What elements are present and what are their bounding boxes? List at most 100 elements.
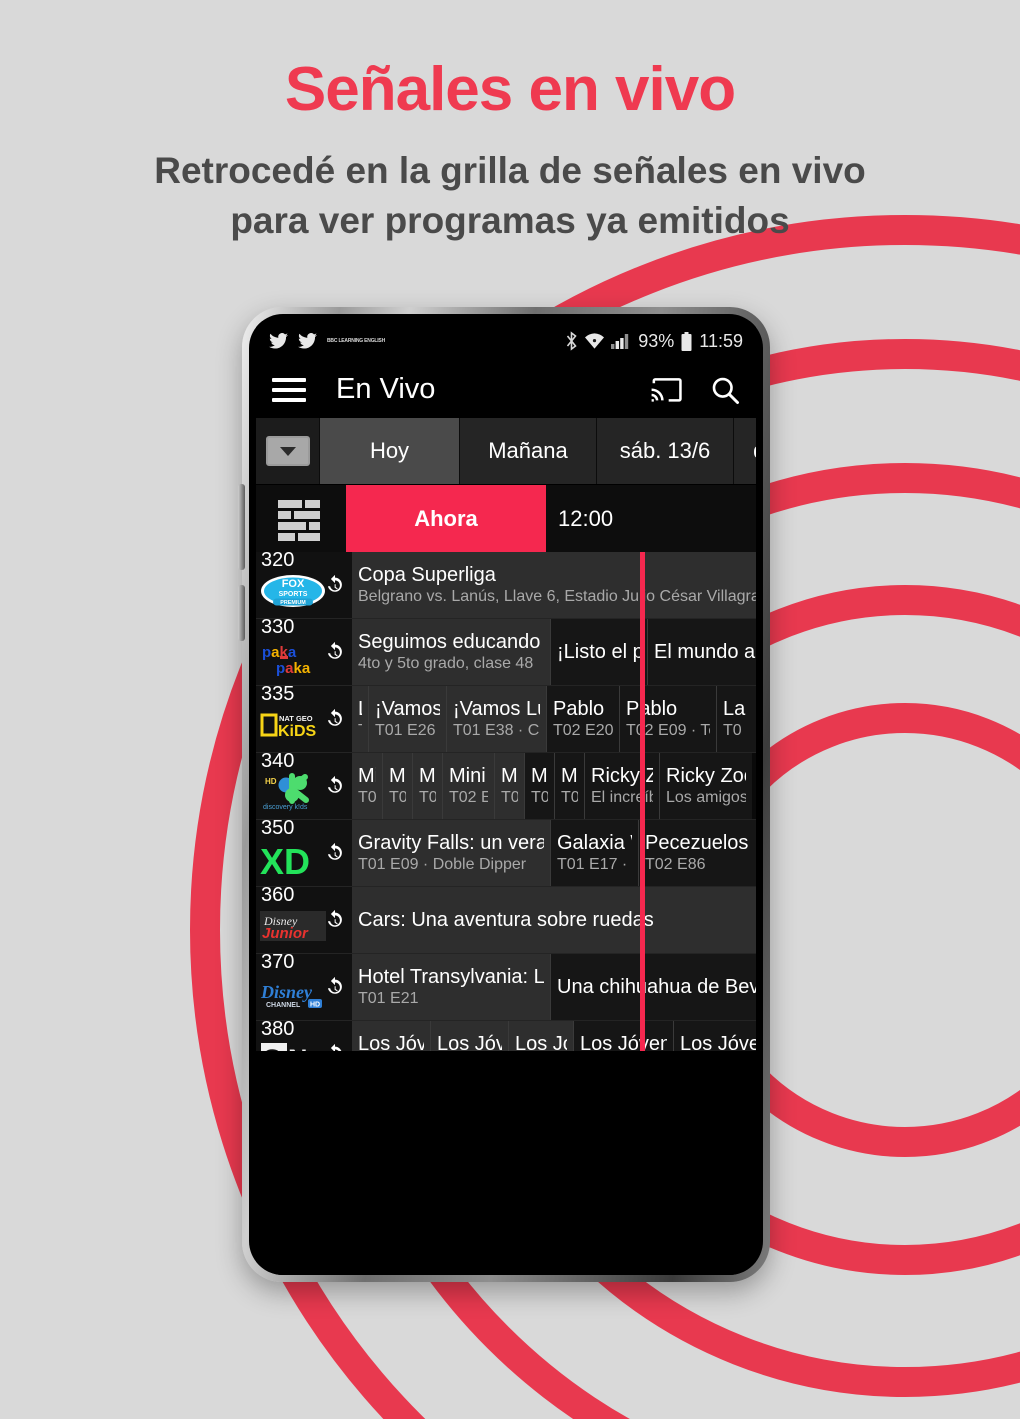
channel-cell[interactable]: 360 Disney Junior	[256, 884, 352, 953]
bbc-badge-line-3: ENGLISH	[364, 337, 385, 344]
program-subtitle: T02 E15	[419, 788, 436, 806]
day-tab[interactable]: sáb. 13/6	[596, 418, 733, 484]
channel-cell[interactable]: 320 FOX SPORTS PREMIUM	[256, 552, 352, 618]
program-cell[interactable]: Mini Beat Power RockersT02 E23	[554, 753, 584, 819]
program-subtitle: Belgrano vs. Lanús, Llave 6, Estadio Jul…	[358, 587, 756, 605]
program-cell[interactable]: LaT0	[352, 686, 368, 752]
channel-cell[interactable]: 340 HD discovery k!ds	[256, 751, 352, 819]
replay-icon[interactable]	[324, 976, 346, 998]
cast-icon[interactable]	[650, 376, 684, 404]
replay-icon[interactable]	[324, 574, 346, 596]
program-cell[interactable]: Los Jóvenes Titanes en AcciónT05 E214	[673, 1021, 756, 1051]
replay-icon[interactable]	[324, 641, 346, 663]
program-title: La	[723, 697, 746, 720]
day-tab-label: Mañana	[488, 438, 568, 463]
program-title: Los Jóvenes Titanes en Acción	[580, 1032, 667, 1051]
replay-icon[interactable]	[324, 842, 346, 864]
program-cell[interactable]: Los Jóvenes Titanes en AcciónT04 E178 · …	[573, 1021, 673, 1051]
day-tab-label: Hoy	[369, 438, 410, 463]
next-time-cell[interactable]: 12:00	[546, 485, 756, 552]
epg-channel-row: 340 HD discovery k!ds Mini Beat Power Ro…	[256, 751, 756, 820]
search-icon[interactable]	[710, 375, 740, 405]
battery-percent-label: 93%	[638, 330, 675, 351]
svg-text:N: N	[288, 1044, 308, 1051]
program-subtitle: T0	[358, 722, 362, 740]
program-cell[interactable]: Hotel Transylvania: La serieT01 E21	[352, 954, 550, 1020]
replay-icon[interactable]	[324, 909, 346, 931]
channel-cell[interactable]: 330 paka paka	[256, 617, 352, 685]
program-cell[interactable]: ¡Listo el pollo!	[550, 619, 647, 685]
android-status-bar: BBC LEARNING ENGLISH 93% 11:59	[256, 321, 756, 361]
replay-icon[interactable]	[324, 708, 346, 730]
app-bar-title: En Vivo	[336, 373, 436, 405]
program-cell[interactable]: Seguimos educando 4to y 5to grado, clase …	[352, 619, 550, 685]
program-cell[interactable]: Ricky ZoomLos amigos	[659, 753, 752, 819]
program-subtitle: T02 E86	[645, 855, 706, 873]
svg-text:PREMIUM: PREMIUM	[280, 600, 306, 606]
program-subtitle: T01 E09 · Doble Dipper	[358, 855, 527, 873]
program-cell[interactable]: Los Jóvenes Titanes en AcciónT04 E173	[352, 1021, 430, 1051]
program-cell[interactable]: Una chihuahua de Beverly Hills	[550, 954, 756, 1020]
program-cell[interactable]: Gravity Falls: un verano de misteriosT01…	[352, 820, 550, 886]
program-subtitle: T01 E21	[358, 989, 419, 1007]
now-time-cell[interactable]: Ahora	[346, 485, 546, 552]
program-title: Los Jóvenes Titanes en Acción	[358, 1032, 424, 1051]
program-cell[interactable]: Mini Beat Power RockersT02 E21	[494, 753, 524, 819]
bbc-badge-line-2: LEARNING	[338, 337, 363, 344]
program-subtitle: 4to y 5to grado, clase 48	[358, 654, 534, 672]
svg-text:XD: XD	[260, 841, 310, 880]
program-cell[interactable]: Pablo T02 E09 · To	[619, 686, 716, 752]
program-track: Mini Beat Power RockersT02 E13Mini Beat …	[352, 753, 756, 819]
program-subtitle: T02 E13	[358, 788, 376, 806]
day-tab-label: sáb. 13/6	[619, 438, 711, 463]
program-cell[interactable]: Los Jóvenes Titanes en AcciónT04 E175	[430, 1021, 508, 1051]
volume-down-button[interactable]	[238, 585, 245, 641]
program-cell[interactable]: Cars: Una aventura sobre ruedas	[352, 887, 756, 953]
program-cell[interactable]: Mini Beat Power RockersT02 E14	[382, 753, 412, 819]
channel-cell[interactable]: 380 C N CARTOON NETWORK	[256, 1019, 352, 1051]
program-cell[interactable]: Copa Superliga Belgrano vs. Lanús, Llave …	[352, 552, 756, 618]
hamburger-menu-icon[interactable]	[272, 377, 306, 402]
channel-cell[interactable]: 370 Disney CHANNEL HD	[256, 952, 352, 1020]
page-title: Señales en vivo	[284, 55, 736, 124]
volume-up-button[interactable]	[238, 484, 245, 570]
program-cell[interactable]: ¡Vamos Luna!T01 E38 · Cu	[446, 686, 546, 752]
program-track: Seguimos educando 4to y 5to grado, clase …	[352, 619, 756, 685]
program-cell[interactable]: Los Jóvenes Titanes en AcciónT04 E178	[508, 1021, 573, 1051]
program-subtitle: T02 E23	[561, 788, 578, 806]
nat-geo-kids-logo: NAT GEO KiDS	[260, 702, 326, 748]
channel-number: 360	[261, 884, 295, 906]
channel-cell[interactable]: 335 NAT GEO KiDS	[256, 684, 352, 752]
svg-text:FOX: FOX	[282, 578, 305, 590]
twitter-icon	[269, 333, 288, 349]
program-cell[interactable]: Mini Beat Power RockersT02 E22	[524, 753, 554, 819]
program-cell[interactable]: Mini Beat Power RockersT02 E13	[352, 753, 382, 819]
program-subtitle: T02 E22	[531, 788, 548, 806]
wifi-icon	[585, 333, 605, 349]
grid-layout-icon[interactable]	[256, 485, 346, 552]
program-cell[interactable]: Galaxia WanderT01 E17 · El	[550, 820, 638, 886]
program-cell[interactable]: ¡Vamos Luna!T01 E26 · Cu	[368, 686, 446, 752]
program-title: Una chihuahua de Beverly Hills	[557, 976, 756, 998]
program-subtitle: T02 E21	[501, 788, 518, 806]
day-picker-dropdown[interactable]	[256, 418, 319, 484]
program-cell[interactable]: Mini Beat Power RockersT02 E20	[442, 753, 494, 819]
program-cell[interactable]: Pecezuelos T02 E86	[638, 820, 756, 886]
program-cell[interactable]: El mundo animal de Max Rodríguez	[647, 619, 756, 685]
program-track: Hotel Transylvania: La serieT01 E21 Una c…	[352, 954, 756, 1020]
program-cell[interactable]: Ricky ZoomEl increíble Ricky	[584, 753, 659, 819]
day-tab[interactable]: dom. 14/6	[733, 418, 756, 484]
svg-text:NAT GEO: NAT GEO	[279, 714, 313, 723]
day-tab[interactable]: Hoy	[319, 418, 459, 484]
channel-cell[interactable]: 350 XD	[256, 818, 352, 886]
day-tab-label: dom. 14/6	[753, 438, 756, 464]
app-bar-actions	[650, 375, 740, 405]
program-cell[interactable]: LaT0	[716, 686, 756, 752]
replay-icon[interactable]	[324, 1043, 346, 1051]
epg-grid[interactable]: 320 FOX SPORTS PREMIUM Copa Superliga Bel…	[256, 552, 756, 1051]
day-tab[interactable]: Mañana	[459, 418, 596, 484]
replay-icon[interactable]	[324, 775, 346, 797]
program-cell[interactable]: Pablo T02 E20	[546, 686, 619, 752]
program-cell[interactable]: Mini Beat Power RockersT02 E15	[412, 753, 442, 819]
svg-text:discovery k!ds: discovery k!ds	[263, 804, 308, 811]
